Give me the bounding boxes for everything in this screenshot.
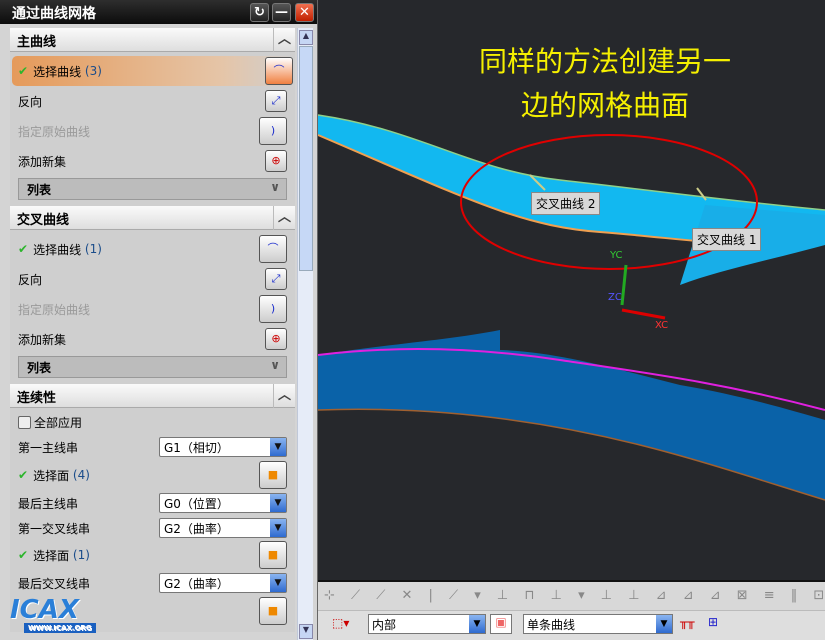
collapse-icon[interactable]: ︿ xyxy=(273,28,295,52)
curve-select-icon[interactable]: ⌒ xyxy=(265,57,293,85)
origin-curve-icon: ) xyxy=(259,117,287,145)
axis-yc: YC xyxy=(610,250,623,261)
minimize-icon[interactable]: — xyxy=(272,3,291,22)
dialog-scrollbar[interactable]: ▲ ▼ xyxy=(297,28,313,640)
first-cross-select[interactable]: G2（曲率） ▼ xyxy=(159,518,287,538)
annotation-text: 同样的方法创建另一 边的网格曲面 xyxy=(478,45,731,122)
section-primary-header[interactable]: 主曲线 ︿ xyxy=(10,28,295,52)
select-cross-curve[interactable]: ✔ 选择曲线 (1) ⌒ xyxy=(18,234,287,264)
section-continuity-header[interactable]: 连续性 ︿ xyxy=(10,384,295,408)
close-icon[interactable]: ✕ xyxy=(295,3,314,22)
face-select-icon[interactable]: ■ xyxy=(259,541,287,569)
curve-select-icon[interactable]: ⌒ xyxy=(259,235,287,263)
collapse-icon[interactable]: ︿ xyxy=(273,384,295,408)
last-primary-select[interactable]: G0（位置） ▼ xyxy=(159,493,287,513)
first-primary-select[interactable]: G1（相切） ▼ xyxy=(159,437,287,457)
face-select-icon[interactable]: ■ xyxy=(259,461,287,489)
cross-curve-1-label: 交叉曲线 1 xyxy=(692,228,762,251)
curve-mesh-dialog: 通过曲线网格 ↻ — ✕ 主曲线 ︿ ✔ 选择曲线 (3) ⌒ 反向 ⤢ 指定原始曲线)… xyxy=(0,0,318,640)
icax-logo: ICAX WWW.ICAX.ORG xyxy=(10,595,125,640)
check-icon: ✔ xyxy=(18,64,29,78)
add-set-icon[interactable]: ⊕ xyxy=(265,328,287,350)
check-icon: ✔ xyxy=(18,242,29,256)
solid-filter-icon[interactable]: ▣ xyxy=(490,614,512,634)
axis-zc: ZC xyxy=(608,292,622,303)
primary-list-toggle[interactable]: 列表 ∨ xyxy=(18,178,287,200)
cross-curve-2-label: 交叉曲线 2 xyxy=(531,192,601,215)
apply-all-checkbox[interactable]: 全部应用 xyxy=(18,410,287,434)
reset-icon[interactable]: ↻ xyxy=(250,3,269,22)
cross-list-toggle[interactable]: 列表 ∨ xyxy=(18,356,287,378)
dialog-title: 通过曲线网格 xyxy=(12,6,96,22)
reverse-icon[interactable]: ⤢ xyxy=(265,90,287,112)
origin-curve-icon: ) xyxy=(259,295,287,323)
chevron-down-icon: ∨ xyxy=(270,180,280,194)
curve-rule-select[interactable]: 单条曲线 ▼ xyxy=(523,614,673,634)
section-cross-header[interactable]: 交叉曲线 ︿ xyxy=(10,206,295,230)
collapse-icon[interactable]: ︿ xyxy=(273,206,295,230)
axis-xc: XC xyxy=(655,320,669,331)
select-primary-curve[interactable]: ✔ 选择曲线 (3) ⌒ xyxy=(12,56,293,86)
path-icon[interactable]: ⊞ xyxy=(708,615,718,629)
selection-box-icon[interactable]: ⬚▾ xyxy=(332,616,349,630)
dialog-titlebar: 通过曲线网格 ↻ — ✕ xyxy=(0,0,317,24)
chevron-down-icon: ∨ xyxy=(270,358,280,372)
selection-toolbar: ⬚▾ 内部 ▼ ▣ 单条曲线 ▼ ╥╥ ⊞ xyxy=(318,610,825,640)
curve-toolbar[interactable]: ⊹ ⟋ ⟋ ✕ | ⟋ ▾ ⊥ ⊓ ⊥ ▾ ⊥ ⊥ ⊿ ⊿ ⊿ ⊠ ≡ ‖ ⊡ … xyxy=(318,580,825,610)
face-select-icon[interactable]: ■ xyxy=(259,597,287,625)
add-set-icon[interactable]: ⊕ xyxy=(265,150,287,172)
intersect-icon[interactable]: ╥╥ xyxy=(680,615,694,629)
reverse-icon[interactable]: ⤢ xyxy=(265,268,287,290)
filter-select[interactable]: 内部 ▼ xyxy=(368,614,486,634)
last-cross-select[interactable]: G2（曲率） ▼ xyxy=(159,573,287,593)
